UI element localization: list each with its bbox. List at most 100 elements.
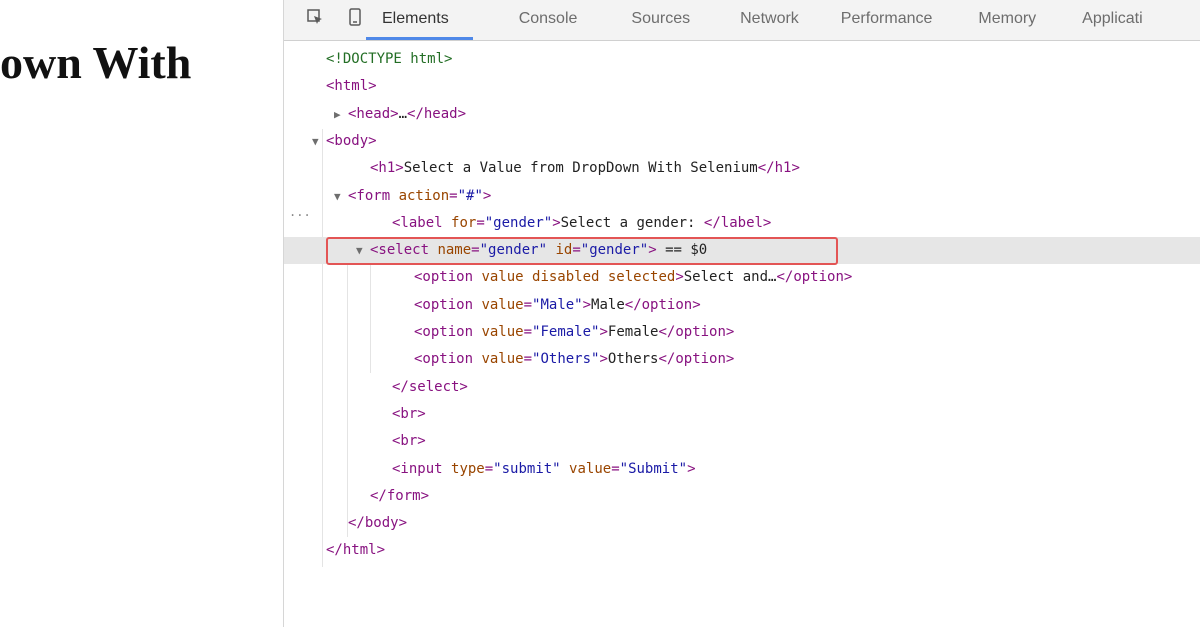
- dom-token: </label>: [703, 214, 772, 231]
- dom-token: <br>: [392, 433, 426, 450]
- dom-token: </option>: [658, 351, 735, 368]
- dom-token: Male: [591, 296, 625, 313]
- dom-token: "submit": [493, 460, 561, 477]
- tab-applicati[interactable]: Applicati: [1082, 0, 1142, 40]
- dom-token: "Others": [532, 351, 600, 368]
- dom-token: <html>: [326, 78, 377, 95]
- dom-token: <option: [414, 324, 482, 340]
- dom-node[interactable]: <h1>Select a Value from DropDown With Se…: [284, 155, 1200, 182]
- dom-token: <option: [414, 296, 482, 313]
- page-heading: own With: [0, 37, 192, 88]
- dom-token: =: [449, 187, 458, 204]
- dom-token: =: [523, 296, 533, 313]
- devtools-panel: Elements Console Sources Network Performance…: [283, 0, 1200, 627]
- dom-token: =: [484, 460, 494, 477]
- dom-node[interactable]: <option value="Male">Male</option>: [284, 292, 1200, 319]
- dom-token: >: [648, 242, 657, 259]
- dom-token: Select a gender:: [560, 214, 704, 231]
- expand-toggle-icon[interactable]: ▼: [334, 183, 348, 210]
- dom-token: =: [611, 460, 620, 477]
- dom-token: =: [523, 351, 533, 368]
- dom-token: </option>: [776, 269, 853, 286]
- devtools-tabs: Elements Console Sources Network Performance…: [366, 0, 1143, 40]
- dom-node[interactable]: ▶ <head>…</head>: [284, 101, 1200, 128]
- dom-token: =: [523, 324, 533, 340]
- expand-toggle-icon[interactable]: ▼: [312, 128, 326, 155]
- dom-node[interactable]: <br>: [284, 401, 1200, 428]
- tab-sources[interactable]: Sources: [631, 0, 690, 40]
- dom-token: "gender": [479, 242, 548, 259]
- dom-token: Female: [607, 324, 659, 340]
- device-toolbar-icon[interactable]: [344, 6, 366, 28]
- dom-token: == $0: [656, 242, 708, 259]
- dom-node[interactable]: <option value="Female">Female</option>: [284, 319, 1200, 346]
- dom-node[interactable]: <option value disabled selected>Select a…: [284, 264, 1200, 291]
- dom-token: value disabled selected: [481, 269, 676, 286]
- dom-token: value: [481, 351, 524, 368]
- dom-token: "gender": [580, 242, 649, 259]
- dom-token: action: [398, 187, 450, 204]
- dom-token: </h1>: [757, 160, 800, 177]
- dom-token: =: [572, 242, 581, 259]
- expand-toggle-icon[interactable]: ▶: [334, 101, 348, 128]
- tab-memory[interactable]: Memory: [978, 0, 1036, 40]
- dom-token: <h1>: [370, 160, 404, 177]
- dom-node[interactable]: <!DOCTYPE html>: [284, 46, 1200, 73]
- tab-console[interactable]: Console: [519, 0, 578, 40]
- dom-node[interactable]: </form>: [284, 483, 1200, 510]
- dom-token: <option: [414, 351, 482, 368]
- dom-node[interactable]: <input type="submit" value="Submit">: [284, 456, 1200, 483]
- dom-token: <body>: [326, 132, 377, 149]
- dom-node[interactable]: </html>: [284, 537, 1200, 564]
- dom-token: Others: [607, 351, 659, 368]
- tab-network[interactable]: Network: [740, 0, 799, 40]
- dom-token: <form: [348, 187, 399, 204]
- tab-elements[interactable]: Elements: [366, 0, 473, 40]
- dom-token: <label: [392, 214, 452, 231]
- dom-token: …: [398, 105, 408, 122]
- dom-token: </html>: [326, 542, 386, 559]
- dom-token: =: [476, 214, 485, 231]
- dom-token: value: [569, 460, 612, 477]
- dom-token: </head>: [407, 105, 467, 122]
- dom-token: <head>: [348, 105, 399, 122]
- dom-token: <input: [392, 460, 452, 477]
- dom-token: <option: [414, 269, 482, 286]
- expand-toggle-icon[interactable]: ▼: [356, 237, 370, 264]
- dom-token: </select>: [392, 378, 468, 395]
- dom-node[interactable]: ▼ <body>: [284, 128, 1200, 155]
- inspect-element-icon[interactable]: [304, 6, 326, 28]
- tab-performance[interactable]: Performance: [841, 0, 933, 40]
- dom-token: "Submit": [619, 460, 688, 477]
- dom-token: >: [552, 214, 561, 231]
- devtools-toolbar: Elements Console Sources Network Performance…: [284, 0, 1200, 41]
- dom-token: "Male": [532, 296, 583, 313]
- dom-node[interactable]: </body>: [284, 510, 1200, 537]
- dom-token: type: [451, 460, 485, 477]
- dom-token: value: [481, 296, 524, 313]
- dom-token: for: [451, 214, 477, 231]
- dom-token: <select: [370, 242, 438, 259]
- dom-token: </body>: [348, 515, 408, 532]
- node-ellipsis-icon[interactable]: ...: [289, 205, 311, 219]
- dom-token: "gender": [484, 214, 553, 231]
- dom-token: >: [599, 351, 608, 368]
- dom-node[interactable]: <option value="Others">Others</option>: [284, 346, 1200, 373]
- dom-token: name: [437, 242, 472, 259]
- dom-token: [561, 461, 569, 477]
- dom-token: >: [687, 460, 696, 477]
- dom-token: >: [675, 269, 684, 286]
- dom-node[interactable]: ▼ <form action="#">: [284, 183, 1200, 210]
- dom-token: value: [481, 324, 524, 340]
- dom-node[interactable]: </select>: [284, 374, 1200, 401]
- dom-token: "#": [457, 187, 483, 204]
- dom-node[interactable]: <label for="gender">Select a gender: </l…: [284, 210, 1200, 237]
- dom-node[interactable]: <html>: [284, 73, 1200, 100]
- dom-node-selected[interactable]: ▼ <select name="gender" id="gender"> == $…: [284, 237, 1200, 265]
- dom-token: id: [555, 242, 573, 259]
- dom-token: =: [471, 242, 480, 259]
- elements-tree: <!DOCTYPE html> <html> ▶ <head>…</head> ▼ <bo…: [284, 41, 1200, 627]
- dom-token: Select and…: [683, 269, 777, 286]
- dom-node[interactable]: <br>: [284, 428, 1200, 455]
- dom-token: </option>: [658, 324, 735, 340]
